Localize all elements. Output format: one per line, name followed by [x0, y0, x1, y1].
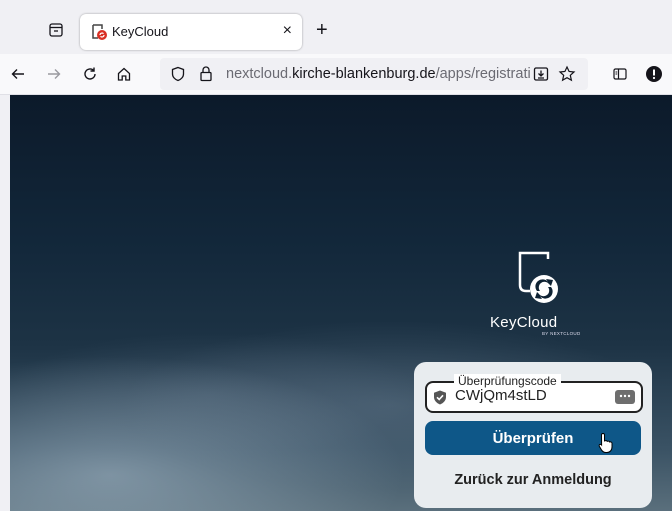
reload-icon[interactable]	[80, 64, 100, 84]
verification-panel: Überprüfungscode Überprüfen Zurück zur A…	[414, 362, 652, 508]
verification-code-label: Überprüfungscode	[454, 374, 561, 388]
navigation-bar: nextcloud.kirche-blankenburg.de/apps/reg…	[0, 54, 672, 95]
tab-keycloud[interactable]: KeyCloud ×	[80, 14, 302, 50]
verification-code-input[interactable]	[455, 387, 605, 404]
tab-close-button[interactable]: ×	[283, 22, 292, 40]
reader-sidebar-icon[interactable]	[610, 64, 630, 84]
tab-list-icon[interactable]	[48, 22, 64, 38]
verification-code-field[interactable]: Überprüfungscode	[425, 374, 643, 413]
new-tab-button[interactable]: +	[316, 20, 328, 40]
url-bar[interactable]: nextcloud.kirche-blankenburg.de/apps/reg…	[160, 58, 588, 90]
bookmark-star-icon[interactable]	[558, 65, 576, 88]
lock-icon[interactable]	[198, 65, 214, 87]
shield-check-icon	[433, 390, 447, 405]
url-text[interactable]: nextcloud.kirche-blankenburg.de/apps/reg…	[226, 66, 530, 82]
back-to-login-link[interactable]: Zurück zur Anmeldung	[425, 464, 641, 496]
url-prefix: nextcloud.	[226, 66, 293, 82]
hand-cursor-icon	[598, 432, 614, 454]
tracking-shield-icon[interactable]	[170, 66, 186, 87]
forward-arrow-icon[interactable]	[44, 64, 64, 84]
tab-bar: KeyCloud × +	[0, 0, 672, 54]
url-host: kirche-blankenburg.de	[292, 66, 436, 82]
tab-title: KeyCloud	[112, 24, 169, 39]
home-icon[interactable]	[114, 64, 134, 84]
keycloud-logo-subtext: BY NEXTCLOUD	[542, 331, 581, 336]
keycloud-favicon-icon	[90, 23, 108, 41]
keycloud-logo-text: KeyCloud	[490, 314, 558, 331]
save-to-pocket-icon[interactable]	[532, 65, 550, 88]
url-path: /apps/registrati	[435, 66, 530, 82]
back-arrow-icon[interactable]	[8, 64, 28, 84]
account-icon[interactable]	[644, 64, 664, 84]
login-page: KeyCloud BY NEXTCLOUD Überprüfungscode Ü…	[10, 95, 672, 511]
password-manager-icon[interactable]	[615, 390, 635, 404]
window-left-edge	[0, 95, 10, 511]
